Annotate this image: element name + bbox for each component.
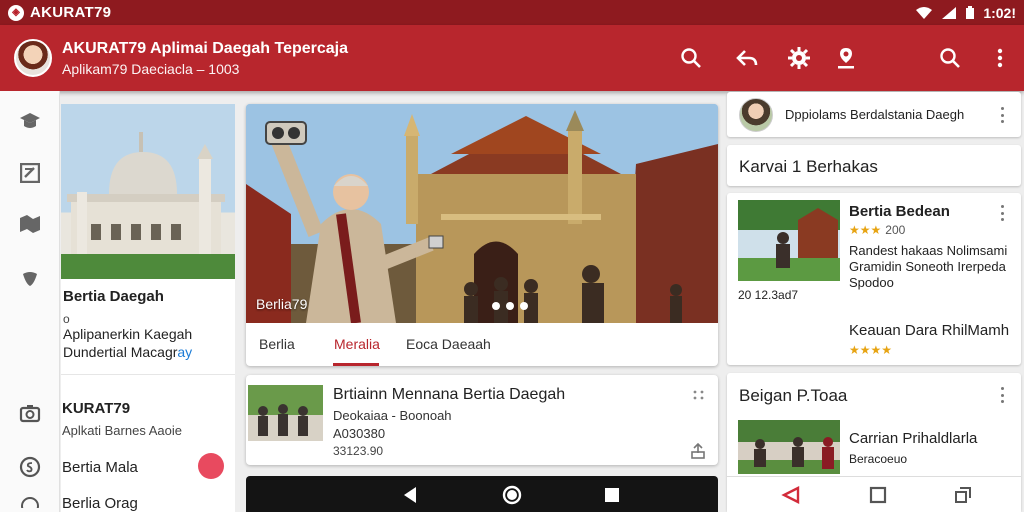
map-icon[interactable]	[18, 212, 42, 236]
share-icon[interactable]	[690, 443, 706, 459]
hero-tabs: Berlia Meralia Eoca Daeaah	[246, 323, 718, 366]
app-logo-icon: ◈	[8, 4, 24, 21]
settings-gear-icon[interactable]	[786, 45, 812, 71]
back-arrow-icon[interactable]	[734, 45, 760, 71]
profile-avatar[interactable]	[14, 39, 52, 77]
list-item-title[interactable]: KURAT79	[62, 400, 130, 417]
left-panel-divider	[61, 374, 235, 375]
tab-eoca-daeaah[interactable]: Eoca Daeaah	[406, 336, 491, 352]
feature-description-text: Dundertial Macagr	[63, 344, 178, 360]
right-news-line1: Randest hakaas Nolimsami	[849, 243, 1008, 258]
hero-caption: Berlia79	[256, 296, 308, 312]
tab-berlia[interactable]: Berlia	[259, 336, 295, 352]
news-title[interactable]: Brtiainn Mennana Bertia Daegah	[333, 386, 565, 404]
signal-icon	[942, 6, 957, 19]
rating-stars: ★★★ 200	[849, 223, 905, 237]
nav-overview-icon[interactable]	[868, 485, 888, 505]
app-subtitle: Aplikam79 Daeciacla – 1003	[62, 60, 240, 77]
search-icon-secondary[interactable]	[937, 45, 963, 71]
rating-value: 200	[885, 223, 906, 237]
right-news-title[interactable]: Bertia Bedean	[849, 203, 950, 220]
news-meta-line1: Deokaiaa - Boonoah	[333, 408, 452, 423]
camera-icon[interactable]	[18, 401, 42, 425]
feature-title[interactable]: Bertia Daegah	[63, 288, 164, 305]
author-card-text: Dppiolams Berdalstania Daegh	[785, 107, 965, 122]
app-titles: AKURAT79 Aplimai Daegah Tepercaja Aplika…	[62, 40, 348, 77]
gallery-illustration	[738, 420, 840, 474]
right-news-card[interactable]: Bertia Bedean ★★★ 200 Randest hakaas Noli…	[727, 193, 1021, 365]
author-avatar[interactable]	[739, 98, 773, 132]
hero-illustration	[246, 104, 718, 323]
status-icons: 1:02!	[915, 5, 1016, 21]
carousel-dots[interactable]	[492, 302, 528, 310]
active-tab-indicator	[333, 363, 379, 366]
mosque-illustration	[61, 132, 235, 279]
news-thumbnail-illustration	[248, 385, 323, 441]
nav-recents-icon[interactable]	[953, 485, 973, 505]
carousel-dot[interactable]	[506, 302, 514, 310]
right-news-illustration	[738, 200, 840, 281]
more-rail-icon[interactable]	[18, 495, 42, 509]
right-author-card[interactable]: Dppiolams Berdalstania Daegh	[727, 92, 1021, 137]
leaf-icon[interactable]	[18, 266, 42, 290]
wifi-icon	[916, 6, 933, 19]
education-cap-icon[interactable]	[18, 109, 42, 133]
right-section-header[interactable]: Karvai 1 Berhakas	[727, 145, 1021, 186]
notification-badge[interactable]	[198, 453, 224, 479]
hero-card: Berlia79 Berlia Meralia Eoca Daeaah	[246, 104, 718, 366]
feature-description-line2: Dundertial Macagray	[63, 344, 192, 360]
right-news-thumbnail[interactable]	[738, 200, 840, 281]
left-panel: Bertia Daegah o Aplipanerkin Kaegah Dund…	[61, 104, 235, 512]
location-pin-icon[interactable]	[833, 45, 859, 71]
app-title: AKURAT79 Aplimai Daegah Tepercaja	[62, 39, 349, 57]
mosque-photo[interactable]	[61, 104, 235, 279]
gallery-title[interactable]: Beigan P.Toaa	[739, 386, 847, 406]
gallery-thumbnail[interactable]	[738, 420, 840, 474]
right-news-date: 20 12.3ad7	[738, 288, 799, 302]
drag-handle-icon[interactable]	[692, 389, 706, 401]
list-item-subtitle: Aplkati Barnes Aaoie	[62, 423, 182, 438]
more-vert-icon[interactable]	[999, 205, 1005, 221]
app-bar: AKURAT79 Aplimai Daegah Tepercaja Aplika…	[0, 25, 1024, 91]
gallery-line1: Carrian Prihaldlarla	[849, 430, 978, 447]
system-navigation-bar	[246, 476, 718, 512]
nav-back-icon[interactable]	[400, 485, 420, 505]
rating-stars-glyphs: ★★★	[849, 223, 882, 237]
navigation-rail	[0, 91, 60, 512]
feature-description-line1: Aplipanerkin Kaegah	[63, 326, 193, 342]
overflow-menu-icon[interactable]	[987, 45, 1013, 71]
tab-meralia[interactable]: Meralia	[334, 336, 380, 352]
carousel-dot[interactable]	[492, 302, 500, 310]
more-vert-icon[interactable]	[999, 387, 1005, 403]
status-app-name: AKURAT79	[30, 4, 112, 21]
nav-back-icon[interactable]	[781, 485, 801, 505]
status-bar: ◈ AKURAT79 1:02!	[0, 0, 1024, 25]
right-news-line3: Spodoo	[849, 275, 894, 290]
rating-stars-secondary: ★★★★	[849, 343, 893, 357]
feature-description-link[interactable]: ay	[177, 344, 192, 360]
nav-recent-icon[interactable]	[602, 485, 622, 505]
carousel-dot[interactable]	[520, 302, 528, 310]
news-card[interactable]: Brtiainn Mennana Bertia Daegah Deokaiaa …	[246, 375, 718, 465]
gallery-line2: Beracoeuo	[849, 452, 908, 466]
battery-icon	[966, 5, 975, 19]
right-news-line2: Gramidin Soneoth Irerpeda	[849, 259, 1006, 274]
news-meta-line3: 33123.90	[333, 444, 384, 458]
list-item-title[interactable]: Bertia Mala	[62, 459, 138, 476]
hero-photo[interactable]: Berlia79	[246, 104, 718, 323]
section-header-text: Karvai 1 Berhakas	[739, 157, 878, 176]
right-news-title2[interactable]: Keauan Dara RhilMamh	[849, 322, 1009, 339]
news-meta-line2: A030380	[333, 426, 386, 441]
more-vert-icon[interactable]	[999, 107, 1005, 123]
list-item-title[interactable]: Berlia Orag	[62, 495, 138, 512]
status-time: 1:02!	[983, 4, 1016, 21]
feature-meta: o	[63, 312, 70, 326]
document-icon[interactable]	[18, 161, 42, 185]
nav-home-icon[interactable]	[502, 485, 522, 505]
news-thumbnail[interactable]	[248, 385, 323, 441]
right-system-nav	[727, 476, 1021, 512]
currency-icon[interactable]	[18, 455, 42, 479]
search-icon[interactable]	[678, 45, 704, 71]
